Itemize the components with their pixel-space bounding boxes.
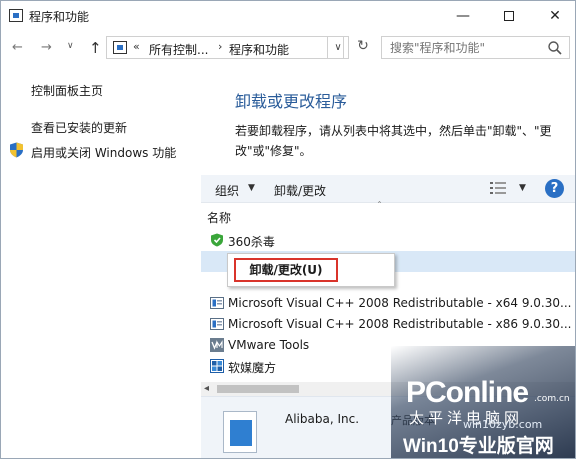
context-menu-uninstall-change[interactable]: 卸载/更改(U): [234, 258, 338, 282]
list-toolbar: 组织 ▼ 卸载/更改 ▼ ?: [201, 175, 575, 203]
address-bar[interactable]: « 所有控制... › 程序和功能: [106, 36, 344, 59]
breadcrumb-separator[interactable]: ›: [218, 40, 222, 53]
search-box[interactable]: [381, 36, 570, 59]
forward-button[interactable]: →: [41, 40, 52, 55]
search-icon[interactable]: [547, 40, 563, 56]
shield-icon: [10, 142, 23, 158]
msi-installer-icon: [210, 297, 224, 309]
title-bar: 程序和功能 — ✕: [1, 1, 575, 31]
sidebar-item-view-installed-updates[interactable]: 查看已安装的更新: [31, 119, 127, 136]
360-shield-icon: [211, 233, 223, 247]
program-name: Microsoft Visual C++ 2008 Redistributabl…: [228, 296, 572, 310]
program-row[interactable]: Microsoft Visual C++ 2008 Redistributabl…: [201, 314, 575, 335]
vmware-icon: [210, 338, 224, 352]
close-button[interactable]: ✕: [532, 1, 575, 31]
window-title: 程序和功能: [29, 10, 90, 24]
details-publisher: Alibaba, Inc.: [285, 412, 360, 426]
organize-button[interactable]: 组织: [215, 182, 239, 199]
help-button[interactable]: ?: [545, 179, 564, 198]
program-row[interactable]: 软媒魔方: [201, 356, 575, 377]
watermark-domain-suffix: .com.cn: [534, 394, 570, 404]
program-large-icon: [223, 411, 257, 453]
organize-dropdown-arrow[interactable]: ▼: [248, 183, 255, 193]
sidebar-item-control-panel-home[interactable]: 控制面板主页: [31, 82, 103, 99]
watermark-brand: Win10专业版官网: [403, 436, 554, 457]
uninstall-change-button[interactable]: 卸载/更改: [274, 182, 326, 199]
up-button[interactable]: ↑: [89, 39, 102, 57]
breadcrumb-all-control-panel[interactable]: 所有控制...: [149, 41, 208, 58]
page-heading: 卸载或更改程序: [235, 92, 348, 111]
msi-installer-icon: [210, 318, 224, 330]
sort-ascending-icon: ˆ: [377, 201, 382, 212]
recent-locations-button[interactable]: ∨: [67, 41, 74, 51]
maximize-icon: [504, 11, 514, 21]
navigation-bar: ← → ∨ ↑ « 所有控制... › 程序和功能 ∨ ↻: [1, 31, 575, 65]
view-dropdown-arrow[interactable]: ▼: [519, 183, 526, 193]
sidebar-item-windows-features[interactable]: 启用或关闭 Windows 功能: [31, 144, 176, 161]
column-header-name[interactable]: 名称: [207, 209, 231, 226]
program-name: Microsoft Visual C++ 2008 Redistributabl…: [228, 317, 572, 331]
programs-and-features-window: 程序和功能 — ✕ ← → ∨ ↑ « 所有控制... › 程序和功能 ∨ ↻ …: [0, 0, 576, 459]
program-row[interactable]: VMware Tools: [201, 335, 575, 356]
minimize-button[interactable]: —: [440, 1, 486, 31]
view-options-icon[interactable]: [490, 181, 506, 195]
program-row[interactable]: 360杀毒: [201, 230, 575, 251]
back-button[interactable]: ←: [12, 40, 23, 55]
refresh-button[interactable]: ↻: [350, 36, 376, 59]
maximize-button[interactable]: [486, 1, 532, 31]
context-menu: 卸载/更改(U): [227, 253, 395, 287]
control-panel-icon: [9, 9, 23, 22]
program-row[interactable]: Microsoft Visual C++ 2008 Redistributabl…: [201, 293, 575, 314]
program-name: VMware Tools: [228, 338, 310, 352]
page-description: 若要卸载程序，请从列表中将其选中，然后单击"卸载"、"更改"或"修复"。: [235, 124, 552, 158]
watermark-logo: PConline: [406, 376, 529, 409]
cube-icon: [210, 359, 224, 373]
address-dropdown-button[interactable]: ∨: [327, 36, 349, 59]
control-panel-icon: [113, 41, 127, 54]
program-name: 软媒魔方: [228, 361, 277, 375]
search-input[interactable]: [390, 41, 540, 55]
program-name: 360杀毒: [228, 235, 275, 249]
breadcrumb-programs-and-features[interactable]: 程序和功能: [229, 41, 289, 58]
watermark-site: win10zyb.com: [463, 418, 543, 431]
scroll-left-icon[interactable]: ◂: [204, 382, 209, 396]
address-overflow-chevron[interactable]: «: [133, 40, 140, 53]
scrollbar-thumb[interactable]: [217, 385, 299, 393]
